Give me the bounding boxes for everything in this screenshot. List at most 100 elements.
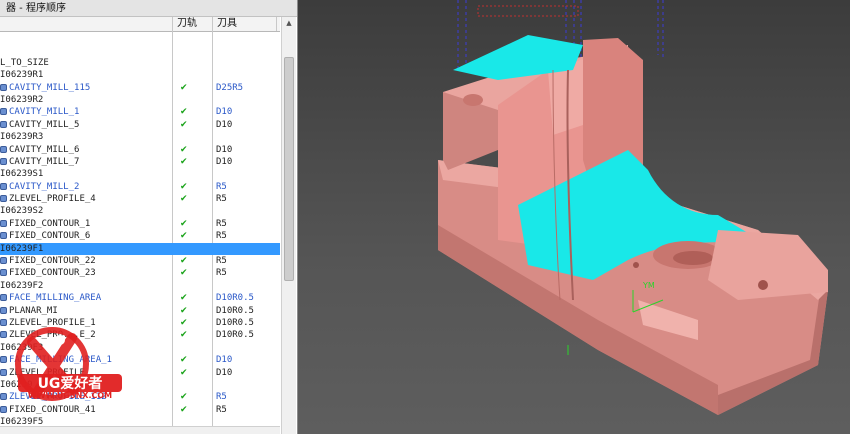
- operation-name-text: I06239S2: [0, 206, 44, 217]
- horizontal-scrollbar[interactable]: [0, 426, 280, 434]
- toolpath-status-icon: ✔: [180, 107, 188, 118]
- column-header-tool[interactable]: 刀具: [212, 17, 276, 31]
- toolpath-status-icon: ✔: [180, 355, 188, 366]
- toolpath-status-icon: ✔: [180, 293, 188, 304]
- scroll-up-icon[interactable]: ▲: [282, 17, 296, 29]
- operation-row[interactable]: FIXED_CONTOUR_23 ✔ R5: [0, 267, 280, 279]
- operation-row[interactable]: I06239R1: [0, 69, 280, 81]
- operation-type-icon: [0, 368, 7, 376]
- operation-row[interactable]: I06239R2: [0, 94, 280, 106]
- operation-row[interactable]: FACE_MILLING_AREA_1 ✔ D10: [0, 354, 280, 366]
- toolpath-status-icon: [180, 57, 210, 69]
- operation-row[interactable]: I06239S1: [0, 168, 280, 180]
- tool-name: [216, 205, 276, 217]
- toolpath-status-icon: ✔: [180, 330, 188, 341]
- operation-row[interactable]: I06239S2: [0, 205, 280, 217]
- operation-name: I06239R1: [0, 69, 170, 81]
- operation-row[interactable]: [0, 32, 280, 44]
- operation-type-icon: [0, 269, 7, 277]
- operation-name-text: I06239R1: [0, 70, 44, 81]
- operation-name-text: ZLEVEL_PROFILE_4: [9, 194, 96, 205]
- operation-name: CAVITY_MILL_115: [0, 82, 170, 94]
- operation-name-text: ZLEVEL_PROFILE_112: [9, 392, 107, 403]
- part-model: YM: [438, 0, 828, 415]
- operation-row[interactable]: FIXED_CONTOUR_6 ✔ R5: [0, 230, 280, 242]
- operation-name: ZLEVEL_PROFILE_112: [0, 391, 170, 403]
- operation-name-text: CAVITY_MILL_7: [9, 156, 80, 167]
- toolpath-status-icon: ✔: [180, 404, 188, 415]
- operation-name-text: I06239R2: [0, 94, 44, 105]
- operation-type-icon: [0, 232, 7, 240]
- operation-row[interactable]: FIXED_CONTOUR_22 ✔ R5: [0, 255, 280, 267]
- operation-name-text: CAVITY_MILL_6: [9, 144, 80, 155]
- operation-name: [0, 44, 170, 56]
- operation-row[interactable]: I06239F1: [0, 242, 280, 256]
- toolpath-status-icon: ✔: [180, 156, 188, 167]
- tool-name: R5: [216, 392, 227, 403]
- operation-row[interactable]: FIXED_CONTOUR_41 ✔ R5: [0, 404, 280, 416]
- operation-type-icon: [0, 120, 7, 128]
- scrollbar-thumb[interactable]: [284, 57, 294, 281]
- operation-name-text: FIXED_CONTOUR_6: [9, 231, 91, 242]
- operation-row[interactable]: CAVITY_MILL_5 ✔ D10: [0, 119, 280, 131]
- operation-row[interactable]: ZLEVEL_PROFILE_112 ✔ R5: [0, 391, 280, 403]
- operation-row[interactable]: I06239F3: [0, 342, 280, 354]
- operation-name: I06239F3: [0, 342, 170, 354]
- operation-type-icon: [0, 182, 7, 190]
- operation-row[interactable]: CAVITY_MILL_2 ✔ R5: [0, 181, 280, 193]
- operation-name-text: L_TO_SIZE: [0, 57, 49, 68]
- operation-type-icon: [0, 356, 7, 364]
- operation-name: I06239R3: [0, 131, 170, 143]
- toolpath-status-icon: ✔: [180, 218, 188, 229]
- operation-name-text: I06239F1: [0, 243, 44, 254]
- operation-row[interactable]: ZLEVEL_PROFILE ✔ D10: [0, 367, 280, 379]
- toolpath-status-icon: ✔: [180, 305, 188, 316]
- operation-row[interactable]: FIXED_CONTOUR_1 ✔ R5: [0, 218, 280, 230]
- operation-row[interactable]: [0, 44, 280, 56]
- operation-name: I06239F2: [0, 280, 170, 292]
- operation-row[interactable]: ZLEVEL_PROFILE_4 ✔ R5: [0, 193, 280, 205]
- tool-name: R5: [216, 218, 227, 229]
- operation-name-text: FIXED_CONTOUR_23: [9, 268, 96, 279]
- operation-name: FIXED_CONTOUR_22: [0, 255, 170, 267]
- operation-type-icon: [0, 195, 7, 203]
- operation-name: CAVITY_MILL_7: [0, 156, 170, 168]
- operation-row[interactable]: L_TO_SIZE: [0, 57, 280, 69]
- tool-name: D10R0.5: [216, 305, 254, 316]
- operation-name: ZLEVEL_PRO...E_2: [0, 329, 170, 341]
- tool-name: [216, 44, 276, 56]
- operation-row[interactable]: CAVITY_MILL_6 ✔ D10: [0, 144, 280, 156]
- operation-name: CAVITY_MILL_5: [0, 119, 170, 131]
- operation-row[interactable]: I06239F2: [0, 280, 280, 292]
- toolpath-status-icon: [180, 44, 210, 56]
- operation-row[interactable]: CAVITY_MILL_1 ✔ D10: [0, 106, 280, 118]
- toolpath-status-icon: [180, 94, 210, 106]
- tool-name: R5: [216, 194, 227, 205]
- tool-name: R5: [216, 268, 227, 279]
- tool-name: D10: [216, 144, 233, 155]
- tool-name: [216, 32, 276, 44]
- operation-row[interactable]: CAVITY_MILL_7 ✔ D10: [0, 156, 280, 168]
- operation-name-text: ZLEVEL_PROFILE_1: [9, 317, 96, 328]
- operation-name-text: FIXED_CONTOUR_22: [9, 256, 96, 267]
- tool-name: [216, 342, 276, 354]
- operation-row[interactable]: PLANAR_MI ✔ D10R0.5: [0, 305, 280, 317]
- toolpath-status-icon: [180, 168, 210, 180]
- operation-row[interactable]: CAVITY_MILL_115 ✔ D25R5: [0, 82, 280, 94]
- column-header-toolpath[interactable]: 刀轨: [172, 17, 212, 31]
- operation-row[interactable]: I06239: [0, 379, 280, 391]
- vertical-scrollbar[interactable]: ▲: [281, 17, 296, 434]
- operation-name: FIXED_CONTOUR_23: [0, 267, 170, 279]
- graphics-viewport[interactable]: YM: [298, 0, 850, 434]
- operation-row[interactable]: ZLEVEL_PROFILE_1 ✔ D10R0.5: [0, 317, 280, 329]
- toolpath-status-icon: [180, 280, 210, 292]
- operation-name-text: CAVITY_MILL_1: [9, 107, 80, 118]
- tool-name: D10: [216, 367, 233, 378]
- toolpath-status-icon: ✔: [180, 82, 188, 93]
- operation-name-text: ZLEVEL_PROFILE: [9, 367, 85, 378]
- operation-row[interactable]: I06239R3: [0, 131, 280, 143]
- operation-row[interactable]: ZLEVEL_PRO...E_2 ✔ D10R0.5: [0, 329, 280, 341]
- operation-type-icon: [0, 294, 7, 302]
- operation-name: CAVITY_MILL_2: [0, 181, 170, 193]
- operation-row[interactable]: FACE_MILLING_AREA ✔ D10R0.5: [0, 292, 280, 304]
